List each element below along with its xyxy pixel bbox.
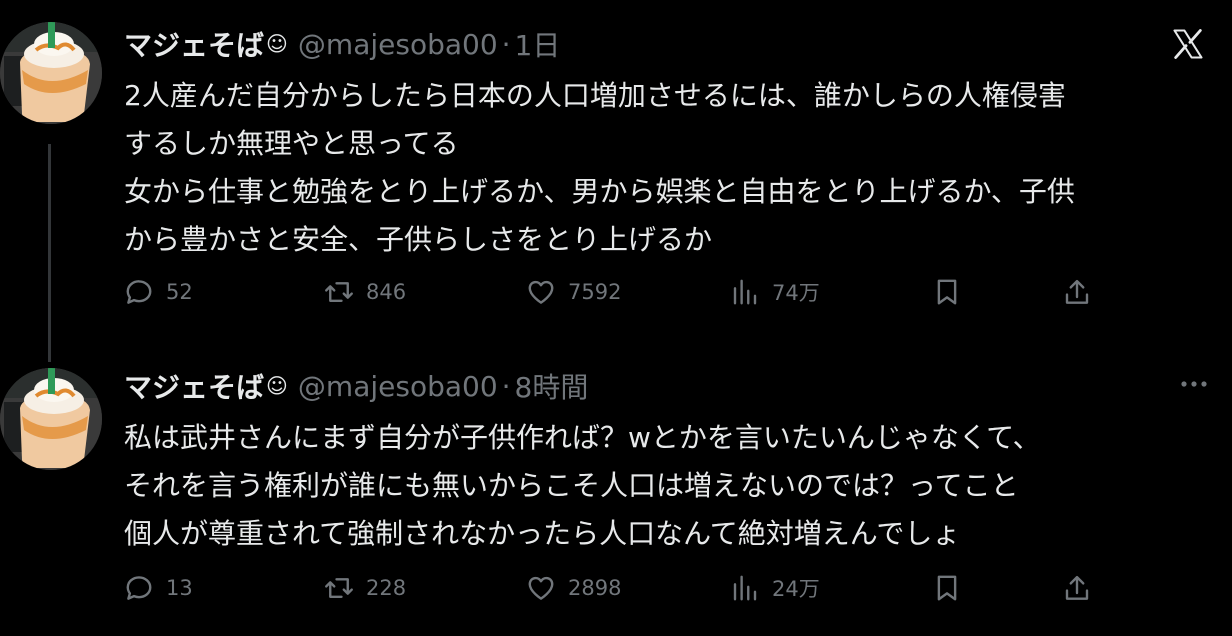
retweet-button[interactable]: 228 (324, 568, 406, 608)
views-button[interactable]: 74万 (730, 272, 820, 312)
more-options-icon[interactable] (1174, 372, 1214, 396)
reply-button[interactable]: 52 (124, 272, 193, 312)
tweet-text-line: するしか無理やと思ってる (124, 127, 459, 160)
thread-connector-line (48, 144, 51, 362)
retweet-icon (325, 578, 353, 598)
retweet-count: 228 (366, 576, 407, 600)
post-time[interactable]: 8時間 (515, 366, 589, 406)
reply-button[interactable]: 13 (124, 568, 193, 608)
reply-icon (126, 576, 152, 600)
heart-icon (528, 280, 554, 304)
avatar[interactable] (0, 368, 102, 470)
tweet[interactable]: マジェそば ☺ @majesoba00 · 8時間 私は武井さんにまず自分が子供… (0, 340, 1232, 636)
analytics-icon (733, 279, 757, 305)
reply-count: 13 (166, 576, 193, 600)
separator-dot: · (501, 369, 511, 403)
view-count: 24万 (772, 577, 820, 601)
share-button[interactable] (1062, 568, 1092, 608)
bookmark-icon (937, 279, 957, 305)
tweet-text-line: 私は武井さんにまず自分が子供作れば？wとかを言いたいんじゃなくて、 (124, 421, 1041, 454)
smile-emoji: ☺ (266, 32, 288, 56)
smile-emoji: ☺ (266, 374, 288, 398)
author-display-name[interactable]: マジェそば (124, 24, 264, 64)
reply-icon (126, 280, 152, 304)
tweet-text-line: 個人が尊重されて強制されなかったら人口なんて絶対増えんでしょ (124, 517, 961, 550)
author-handle[interactable]: @majesoba00 (298, 28, 498, 61)
bookmark-button[interactable] (932, 568, 962, 608)
tweet-text-line: それを言う権利が誰にも無いからこそ人口は増えないのでは？ってこと (124, 469, 1019, 502)
tweet-header: マジェそば ☺ @majesoba00 · 1日 (124, 24, 560, 64)
post-time[interactable]: 1日 (515, 24, 561, 64)
bookmark-button[interactable] (932, 272, 962, 312)
action-bar: 13 228 2898 24万 (124, 568, 1104, 608)
tweet-text: 2人産んだ自分からしたら日本の人口増加させるには、誰かしらの人権侵害 するしか無… (124, 72, 1214, 264)
share-icon (1065, 575, 1089, 600)
analytics-icon (733, 575, 757, 601)
author-display-name[interactable]: マジェそば (124, 366, 264, 406)
share-button[interactable] (1062, 272, 1092, 312)
tweet-text-line: から豊かさと安全、子供らしさをとり上げるか (124, 223, 713, 256)
like-count: 2898 (568, 576, 622, 600)
tweet[interactable]: マジェそば ☺ @majesoba00 · 1日 2人産んだ自分からしたら日本の… (0, 0, 1232, 362)
view-count: 74万 (772, 281, 820, 305)
retweet-count: 846 (366, 280, 407, 304)
action-bar: 52 846 7592 74万 (124, 272, 1104, 312)
like-button[interactable]: 2898 (526, 568, 621, 608)
author-handle[interactable]: @majesoba00 (298, 370, 498, 403)
separator-dot: · (501, 27, 511, 61)
tweet-text-line: 2人産んだ自分からしたら日本の人口増加させるには、誰かしらの人権侵害 (124, 79, 1066, 112)
views-button[interactable]: 24万 (730, 568, 820, 608)
tweet-header: マジェそば ☺ @majesoba00 · 8時間 (124, 366, 588, 406)
tweet-text: 私は武井さんにまず自分が子供作れば？wとかを言いたいんじゃなくて、 それを言う権… (124, 414, 1214, 558)
retweet-icon (325, 282, 353, 302)
reply-count: 52 (166, 280, 193, 304)
like-count: 7592 (568, 280, 622, 304)
heart-icon (528, 576, 554, 600)
avatar[interactable] (0, 22, 102, 124)
x-logo-icon[interactable] (1170, 26, 1206, 62)
bookmark-icon (937, 575, 957, 601)
share-icon (1065, 279, 1089, 304)
retweet-button[interactable]: 846 (324, 272, 406, 312)
tweet-text-line: 女から仕事と勉強をとり上げるか、男から娯楽と自由をとり上げるか、子供 (124, 175, 1075, 208)
like-button[interactable]: 7592 (526, 272, 621, 312)
